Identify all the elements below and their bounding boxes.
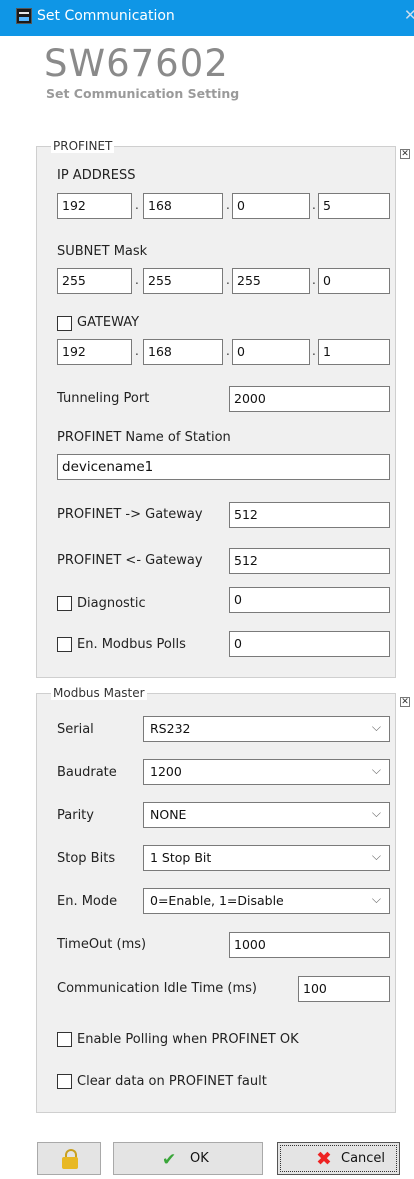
serial-label: Serial <box>57 722 94 737</box>
modbus-polls-input[interactable]: 0 <box>229 631 390 657</box>
baudrate-value: 1200 <box>150 764 182 779</box>
ip-dot: . <box>312 198 316 212</box>
subnet-octet-4[interactable]: 0 <box>318 268 390 294</box>
chevron-down-icon: ⌵ <box>371 720 381 734</box>
subnet-octet-2[interactable]: 255 <box>143 268 223 294</box>
ip-octet-4[interactable]: 5 <box>318 193 390 219</box>
baudrate-select[interactable]: 1200 ⌵ <box>143 759 390 785</box>
app-icon <box>16 8 32 24</box>
cancel-label: Cancel <box>341 1151 386 1166</box>
ok-label: OK <box>190 1151 209 1166</box>
idle-time-input[interactable]: 100 <box>298 976 390 1002</box>
en-mode-select[interactable]: 0=Enable, 1=Disable ⌵ <box>143 888 390 914</box>
chevron-down-icon: ⌵ <box>371 806 381 820</box>
gateway-octet-1[interactable]: 192 <box>57 339 132 365</box>
profinet-to-gateway-label: PROFINET -> Gateway <box>57 507 203 522</box>
station-name-input[interactable]: devicename1 <box>57 454 390 480</box>
profinet-from-gateway-label: PROFINET <- Gateway <box>57 553 203 568</box>
clear-data-label: Clear data on PROFINET fault <box>77 1074 267 1089</box>
station-name-label: PROFINET Name of Station <box>57 430 231 445</box>
ip-octet-2[interactable]: 168 <box>143 193 223 219</box>
brand-title: SW67602 <box>44 42 229 85</box>
lock-button[interactable] <box>37 1142 101 1175</box>
subnet-octet-1[interactable]: 255 <box>57 268 132 294</box>
diagnostic-label: Diagnostic <box>77 596 146 611</box>
modbus-collapse-icon[interactable]: ✕ <box>400 697 410 707</box>
gateway-dot: . <box>312 344 316 358</box>
diagnostic-input[interactable]: 0 <box>229 587 390 613</box>
window-title: Set Communication <box>37 8 175 24</box>
check-icon: ✔ <box>162 1150 177 1170</box>
chevron-down-icon: ⌵ <box>371 849 381 863</box>
tunneling-port-label: Tunneling Port <box>57 391 150 406</box>
timeout-label: TimeOut (ms) <box>57 937 147 952</box>
close-icon[interactable]: ✕ <box>404 6 414 24</box>
profinet-collapse-icon[interactable]: ✕ <box>400 149 410 159</box>
en-mode-value: 0=Enable, 1=Disable <box>150 893 284 908</box>
gateway-octet-2[interactable]: 168 <box>143 339 223 365</box>
parity-label: Parity <box>57 808 94 823</box>
gateway-label: GATEWAY <box>77 315 140 330</box>
tunneling-port-input[interactable]: 2000 <box>229 386 390 412</box>
subnet-dot: . <box>312 273 316 287</box>
subnet-octet-3[interactable]: 255 <box>232 268 310 294</box>
title-bar: Set Communication ✕ <box>0 0 414 36</box>
subnet-dot: . <box>226 273 230 287</box>
parity-select[interactable]: NONE ⌵ <box>143 802 390 828</box>
profinet-from-gateway-input[interactable]: 512 <box>229 548 390 574</box>
baudrate-label: Baudrate <box>57 765 117 780</box>
ip-dot: . <box>226 198 230 212</box>
gateway-octet-3[interactable]: 0 <box>232 339 310 365</box>
enable-polling-checkbox[interactable] <box>57 1032 72 1047</box>
profinet-panel-title: PROFINET <box>51 139 115 153</box>
chevron-down-icon: ⌵ <box>371 763 381 777</box>
x-icon: ✖ <box>316 1148 332 1170</box>
chevron-down-icon: ⌵ <box>371 892 381 906</box>
modbus-polls-label: En. Modbus Polls <box>77 637 186 652</box>
modbus-polls-checkbox[interactable] <box>57 637 72 652</box>
stop-bits-value: 1 Stop Bit <box>150 850 212 865</box>
en-mode-label: En. Mode <box>57 894 118 909</box>
enable-polling-label: Enable Polling when PROFINET OK <box>77 1032 299 1047</box>
lock-icon <box>62 1149 78 1169</box>
subnet-dot: . <box>135 273 139 287</box>
profinet-to-gateway-input[interactable]: 512 <box>229 502 390 528</box>
gateway-octet-4[interactable]: 1 <box>318 339 390 365</box>
ip-octet-3[interactable]: 0 <box>232 193 310 219</box>
parity-value: NONE <box>150 807 187 822</box>
button-bar: ✔ OK ✖ Cancel <box>0 1136 414 1179</box>
timeout-input[interactable]: 1000 <box>229 932 390 958</box>
ip-address-label: IP ADDRESS <box>57 168 136 183</box>
gateway-dot: . <box>135 344 139 358</box>
ip-dot: . <box>135 198 139 212</box>
diagnostic-checkbox[interactable] <box>57 596 72 611</box>
clear-data-checkbox[interactable] <box>57 1074 72 1089</box>
modbus-panel-title: Modbus Master <box>51 686 147 700</box>
idle-time-label: Communication Idle Time (ms) <box>57 981 257 996</box>
cancel-button[interactable]: ✖ Cancel <box>277 1142 400 1175</box>
gateway-dot: . <box>226 344 230 358</box>
subnet-label: SUBNET Mask <box>57 244 148 259</box>
ok-button[interactable]: ✔ OK <box>113 1142 263 1175</box>
serial-select[interactable]: RS232 ⌵ <box>143 716 390 742</box>
stop-bits-select[interactable]: 1 Stop Bit ⌵ <box>143 845 390 871</box>
serial-value: RS232 <box>150 721 191 736</box>
brand-subtitle: Set Communication Setting <box>46 86 240 101</box>
gateway-checkbox[interactable] <box>57 316 72 331</box>
stop-bits-label: Stop Bits <box>57 851 116 866</box>
ip-octet-1[interactable]: 192 <box>57 193 132 219</box>
